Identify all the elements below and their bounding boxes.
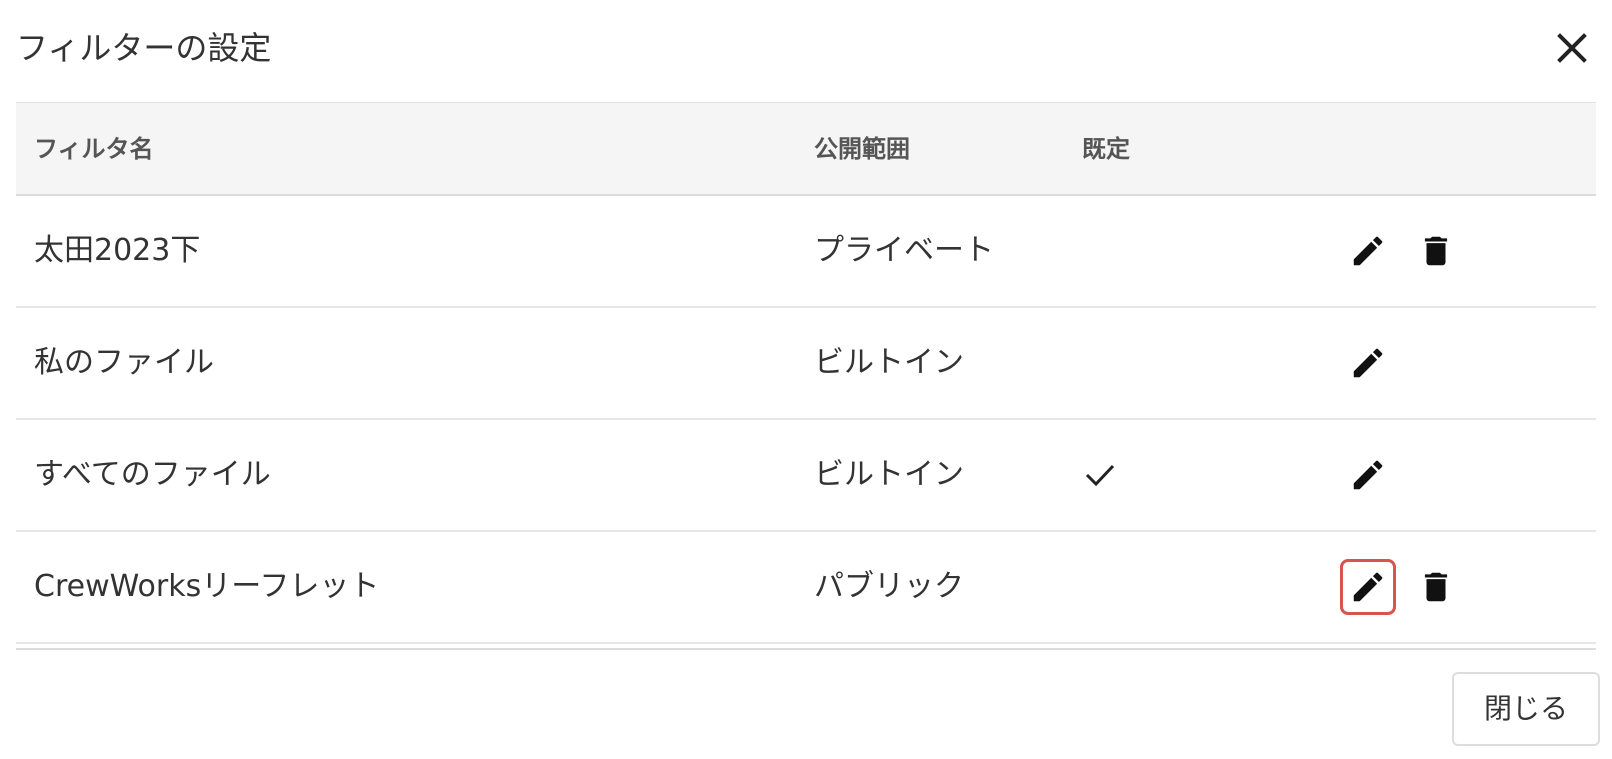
close-icon[interactable] [1554, 30, 1590, 66]
table-header: フィルタ名 公開範囲 既定 [16, 102, 1596, 196]
dialog-title: フィルターの設定 [16, 29, 272, 67]
close-button[interactable]: 閉じる [1452, 672, 1600, 746]
filter-name: CrewWorksリーフレット [34, 569, 380, 604]
table-footer-divider [16, 644, 1596, 650]
table-row: 太田2023下 プライベート [16, 196, 1596, 308]
trash-icon[interactable] [1408, 559, 1464, 615]
pencil-icon[interactable] [1340, 559, 1396, 615]
filter-scope: パブリック [814, 569, 964, 604]
filter-scope: ビルトイン [814, 345, 964, 380]
pencil-icon[interactable] [1340, 447, 1396, 503]
column-header-name: フィルタ名 [34, 135, 154, 163]
pencil-icon[interactable] [1340, 335, 1396, 391]
filter-scope: プライベート [814, 233, 994, 268]
column-header-scope: 公開範囲 [814, 135, 910, 163]
table-row: CrewWorksリーフレット パブリック [16, 532, 1596, 644]
checkmark-icon [1085, 464, 1115, 487]
filter-table: フィルタ名 公開範囲 既定 太田2023下 プライベート 私のファイル ビルトイ… [16, 102, 1596, 650]
table-row: すべてのファイル ビルトイン [16, 420, 1596, 532]
filter-scope: ビルトイン [814, 457, 964, 492]
column-header-default: 既定 [1082, 135, 1130, 163]
filter-name: 私のファイル [34, 345, 214, 380]
trash-icon[interactable] [1408, 223, 1464, 279]
filter-settings-dialog: フィルターの設定 フィルタ名 公開範囲 既定 太田2023下 プライベート 私の… [0, 0, 1612, 759]
filter-name: すべてのファイル [34, 457, 271, 492]
pencil-icon[interactable] [1340, 223, 1396, 279]
default-indicator [1084, 420, 1124, 530]
table-row: 私のファイル ビルトイン [16, 308, 1596, 420]
filter-name: 太田2023下 [34, 233, 201, 268]
